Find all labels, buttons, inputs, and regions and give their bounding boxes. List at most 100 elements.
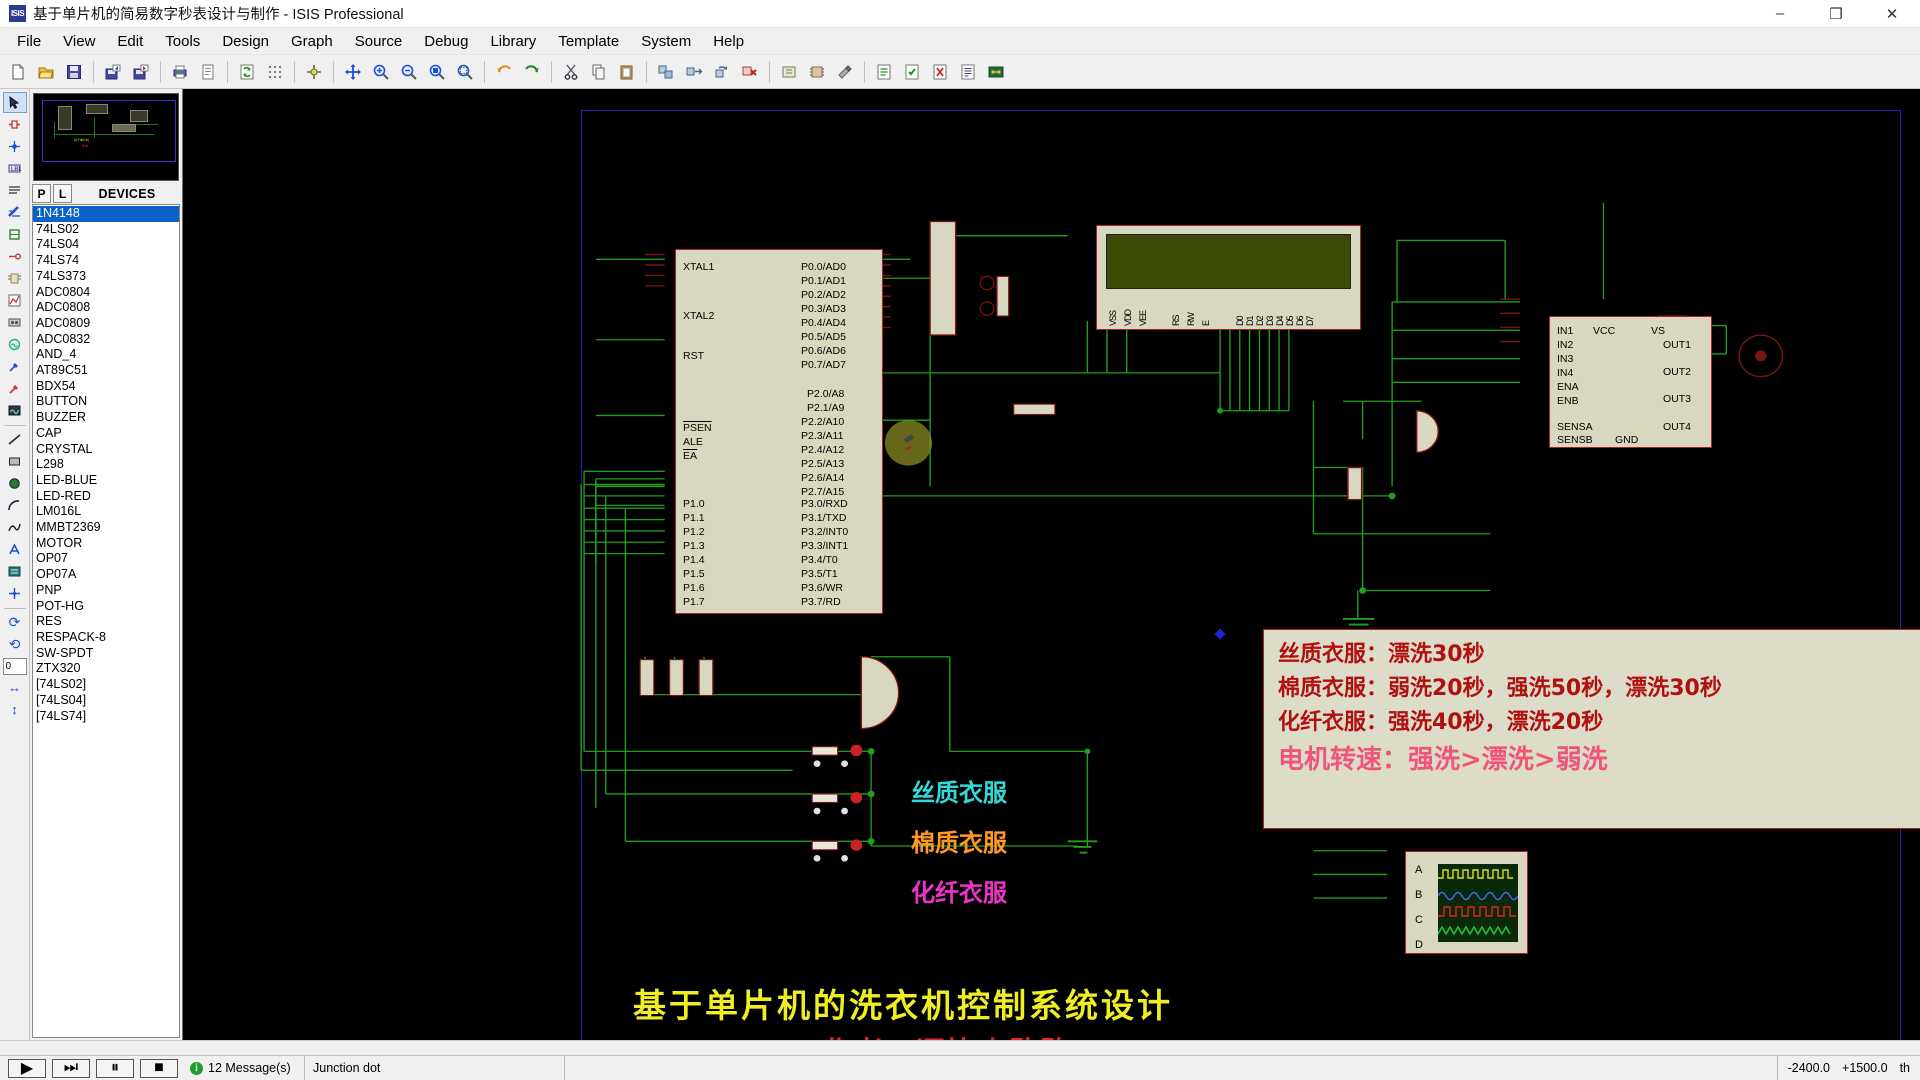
- toggle-grid-icon[interactable]: [262, 59, 288, 85]
- device-item[interactable]: ADC0804: [33, 285, 179, 301]
- mirror-vertical-button[interactable]: ↕: [3, 699, 27, 720]
- schematic-canvas[interactable]: XTAL1 XTAL2 RST PSEN ALE EA P1.0 P1.1 P1…: [183, 89, 1920, 1040]
- symbol-icon[interactable]: [3, 561, 27, 582]
- export-section-icon[interactable]: [128, 59, 154, 85]
- device-item[interactable]: 74LS373: [33, 269, 179, 285]
- menu-library[interactable]: Library: [479, 30, 547, 53]
- device-item[interactable]: OP07A: [33, 567, 179, 583]
- menu-edit[interactable]: Edit: [106, 30, 154, 53]
- menu-system[interactable]: System: [630, 30, 702, 53]
- device-item[interactable]: 1N4148: [33, 206, 179, 222]
- device-pins-icon[interactable]: [3, 268, 27, 289]
- device-item[interactable]: RESPACK-8: [33, 630, 179, 646]
- zoom-all-icon[interactable]: [452, 59, 478, 85]
- buses-icon[interactable]: [3, 202, 27, 223]
- menu-debug[interactable]: Debug: [413, 30, 479, 53]
- maximize-button[interactable]: ❐: [1808, 0, 1864, 28]
- text-icon[interactable]: [3, 539, 27, 560]
- device-item[interactable]: 74LS74: [33, 253, 179, 269]
- make-device-icon[interactable]: [804, 59, 830, 85]
- component-mode-icon[interactable]: [3, 114, 27, 135]
- pan-icon[interactable]: [340, 59, 366, 85]
- rotate-cw-button[interactable]: ⟳: [3, 612, 27, 633]
- step-button[interactable]: ⏭: [52, 1058, 90, 1078]
- text-script-icon[interactable]: [3, 180, 27, 201]
- terminals-icon[interactable]: [3, 246, 27, 267]
- device-item[interactable]: [74LS02]: [33, 677, 179, 693]
- erc-icon[interactable]: [899, 59, 925, 85]
- new-file-icon[interactable]: [5, 59, 31, 85]
- menu-source[interactable]: Source: [344, 30, 414, 53]
- open-folder-icon[interactable]: [33, 59, 59, 85]
- minimize-button[interactable]: –: [1752, 0, 1808, 28]
- rotate-ccw-button[interactable]: ⟲: [3, 634, 27, 655]
- package-tool-icon[interactable]: [832, 59, 858, 85]
- line-icon[interactable]: [3, 429, 27, 450]
- menu-view[interactable]: View: [52, 30, 106, 53]
- zoom-area-icon[interactable]: [424, 59, 450, 85]
- device-item[interactable]: BUTTON: [33, 394, 179, 410]
- zoom-out-icon[interactable]: [396, 59, 422, 85]
- device-item[interactable]: ADC0809: [33, 316, 179, 332]
- message-count[interactable]: i 12 Message(s): [184, 1056, 304, 1080]
- device-item[interactable]: CAP: [33, 426, 179, 442]
- device-item[interactable]: LM016L: [33, 504, 179, 520]
- device-item[interactable]: ZTX320: [33, 661, 179, 677]
- device-item[interactable]: OP07: [33, 551, 179, 567]
- device-item[interactable]: L298: [33, 457, 179, 473]
- devices-list[interactable]: 1N4148 74LS02 74LS04 74LS74 74LS373 ADC0…: [32, 204, 180, 1038]
- device-item[interactable]: CRYSTAL: [33, 442, 179, 458]
- save-icon[interactable]: [61, 59, 87, 85]
- circle-icon[interactable]: [3, 473, 27, 494]
- arc-icon[interactable]: [3, 495, 27, 516]
- device-item[interactable]: POT-HG: [33, 599, 179, 615]
- device-item[interactable]: ADC0808: [33, 300, 179, 316]
- annotation-note-box[interactable]: 丝质衣服：漂洗30秒 棉质衣服：弱洗20秒，强洗50秒，漂洗30秒 化纤衣服：强…: [1263, 629, 1920, 829]
- bom-icon[interactable]: [955, 59, 981, 85]
- current-probe-icon[interactable]: [3, 378, 27, 399]
- mirror-horizontal-button[interactable]: ↔: [3, 677, 27, 698]
- copy-icon[interactable]: [586, 59, 612, 85]
- origin-icon[interactable]: [301, 59, 327, 85]
- block-copy-icon[interactable]: [653, 59, 679, 85]
- pick-devices-button[interactable]: P: [32, 184, 51, 203]
- device-item[interactable]: BUZZER: [33, 410, 179, 426]
- stop-button[interactable]: ■: [140, 1058, 178, 1078]
- device-item[interactable]: BDX54: [33, 379, 179, 395]
- pause-button[interactable]: ⏸: [96, 1058, 134, 1078]
- device-item[interactable]: RES: [33, 614, 179, 630]
- box-icon[interactable]: [3, 451, 27, 472]
- rotation-input[interactable]: 0: [2, 658, 27, 675]
- close-button[interactable]: ✕: [1864, 0, 1920, 28]
- undo-icon[interactable]: [491, 59, 517, 85]
- wire-label-icon[interactable]: LBL: [3, 158, 27, 179]
- device-item[interactable]: MOTOR: [33, 536, 179, 552]
- refresh-icon[interactable]: [234, 59, 260, 85]
- menu-graph[interactable]: Graph: [280, 30, 344, 53]
- netlist-compiler-icon[interactable]: [927, 59, 953, 85]
- schematic-overview-preview[interactable]: 基于单片机 作者: [33, 93, 179, 181]
- paste-icon[interactable]: [614, 59, 640, 85]
- library-button[interactable]: L: [53, 184, 72, 203]
- pick-device-icon[interactable]: [776, 59, 802, 85]
- device-item[interactable]: SW-SPDT: [33, 646, 179, 662]
- print-icon[interactable]: [167, 59, 193, 85]
- generator-icon[interactable]: [3, 334, 27, 355]
- block-rotate-icon[interactable]: [709, 59, 735, 85]
- print-area-icon[interactable]: [195, 59, 221, 85]
- device-item[interactable]: LED-RED: [33, 489, 179, 505]
- graph-icon[interactable]: [3, 290, 27, 311]
- device-item[interactable]: MMBT2369: [33, 520, 179, 536]
- menu-tools[interactable]: Tools: [154, 30, 211, 53]
- menu-template[interactable]: Template: [547, 30, 630, 53]
- block-move-icon[interactable]: [681, 59, 707, 85]
- device-item[interactable]: LED-BLUE: [33, 473, 179, 489]
- ares-icon[interactable]: [983, 59, 1009, 85]
- device-item[interactable]: AT89C51: [33, 363, 179, 379]
- device-item[interactable]: [74LS74]: [33, 709, 179, 725]
- device-item[interactable]: ADC0832: [33, 332, 179, 348]
- device-item[interactable]: 74LS04: [33, 237, 179, 253]
- path-icon[interactable]: [3, 517, 27, 538]
- menu-file[interactable]: File: [6, 30, 52, 53]
- zoom-in-icon[interactable]: [368, 59, 394, 85]
